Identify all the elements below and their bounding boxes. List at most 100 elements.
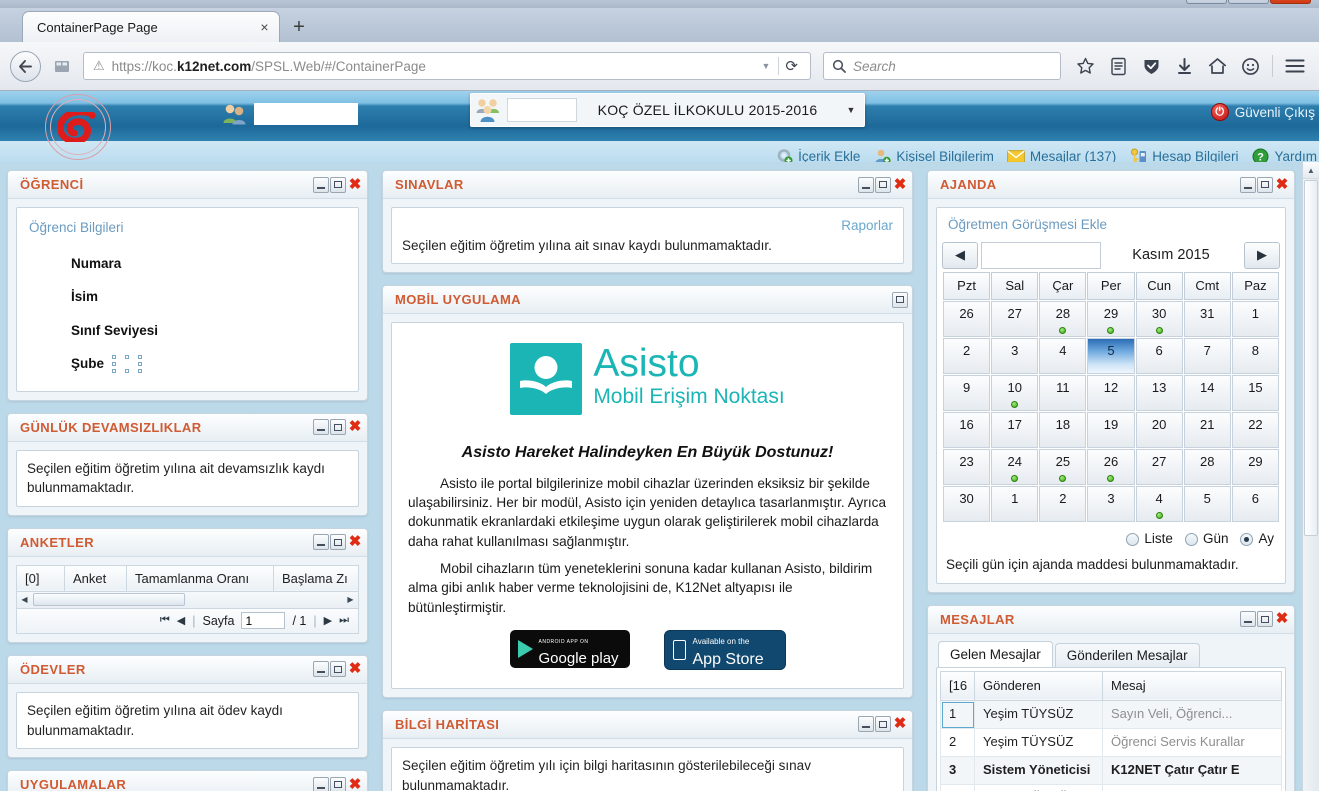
horizontal-scrollbar[interactable]: ◀ ▶ <box>16 591 359 609</box>
minimize-icon[interactable] <box>313 419 329 436</box>
close-icon[interactable]: ✖ <box>892 177 908 193</box>
calendar-day-4[interactable]: 4 <box>1039 338 1087 375</box>
calendar-day-27[interactable]: 27 <box>991 301 1039 338</box>
restore-icon[interactable] <box>330 419 346 436</box>
calendar-day-24[interactable]: 24 <box>991 449 1039 486</box>
table-row[interactable]: 2 Yeşim TÜYSÜZ Öğrenci Servis Kurallar <box>940 728 1282 758</box>
calendar-day-30[interactable]: 30 <box>1135 301 1183 338</box>
chevron-down-icon[interactable]: ▼ <box>754 61 779 71</box>
calendar-day-5[interactable]: 5 <box>1087 338 1135 375</box>
star-icon[interactable] <box>1071 52 1100 81</box>
page-scrollbar[interactable]: ▲ <box>1302 162 1319 791</box>
view-option-ay[interactable]: Ay <box>1240 529 1274 549</box>
prev-page-icon[interactable]: ◀ <box>177 614 185 627</box>
calendar-day-14[interactable]: 14 <box>1183 375 1231 412</box>
site-identity-button[interactable] <box>51 55 73 77</box>
minimize-icon[interactable] <box>313 176 329 193</box>
calendar-day-16[interactable]: 16 <box>943 412 991 449</box>
page-number-input[interactable] <box>241 612 286 630</box>
calendar-day-20[interactable]: 20 <box>1135 412 1183 449</box>
calendar-day-27[interactable]: 27 <box>1135 449 1183 486</box>
calendar-date-field[interactable] <box>981 241 1101 269</box>
back-button[interactable] <box>10 50 41 82</box>
close-icon[interactable]: ✖ <box>347 177 363 193</box>
restore-icon[interactable] <box>330 176 346 193</box>
calendar-day-29[interactable]: 29 <box>1087 301 1135 338</box>
calendar-day-1[interactable]: 1 <box>1231 301 1279 338</box>
logout-button[interactable]: ⏻ Güvenli Çıkış <box>1210 103 1315 121</box>
reader-icon[interactable] <box>1104 52 1133 81</box>
close-icon[interactable]: ✖ <box>347 661 363 677</box>
table-row[interactable]: 3 Sistem Yöneticisi K12NET Çatır Çatır E <box>940 756 1282 785</box>
calendar-day-31[interactable]: 31 <box>1183 301 1231 338</box>
table-row[interactable]: 4Yeşim TÜYSÜZSayın Veli, Okul Aile... <box>940 783 1282 791</box>
view-option-gun[interactable]: Gün <box>1184 529 1228 549</box>
minimize-icon[interactable] <box>313 776 329 791</box>
calendar-day-30[interactable]: 30 <box>943 486 991 523</box>
calendar-day-1[interactable]: 1 <box>991 486 1039 523</box>
prev-month-button[interactable]: ◀ <box>942 241 978 269</box>
restore-icon[interactable] <box>330 534 346 551</box>
calendar-day-29[interactable]: 29 <box>1231 449 1279 486</box>
restore-icon[interactable] <box>330 776 346 791</box>
user-chip[interactable] <box>222 103 358 125</box>
download-icon[interactable] <box>1170 52 1199 81</box>
calendar-day-7[interactable]: 7 <box>1183 338 1231 375</box>
calendar-day-12[interactable]: 12 <box>1087 375 1135 412</box>
new-tab-button[interactable]: + <box>286 14 312 40</box>
app-store-button[interactable]: Available on the App Store <box>663 629 786 670</box>
chevron-down-icon[interactable]: ▼ <box>838 105 864 115</box>
close-icon[interactable]: ✖ <box>1274 611 1290 627</box>
calendar-day-11[interactable]: 11 <box>1039 375 1087 412</box>
scrollbar-thumb[interactable] <box>1304 180 1318 536</box>
tab-gelen-mesajlar[interactable]: Gelen Mesajlar <box>938 640 1053 667</box>
minimize-icon[interactable] <box>858 716 874 733</box>
first-page-icon[interactable]: ⏮ <box>160 614 170 627</box>
calendar-day-26[interactable]: 26 <box>1087 449 1135 486</box>
view-option-liste[interactable]: Liste <box>1126 529 1173 549</box>
restore-icon[interactable] <box>1257 176 1273 193</box>
calendar-day-6[interactable]: 6 <box>1135 338 1183 375</box>
calendar-day-8[interactable]: 8 <box>1231 338 1279 375</box>
calendar-day-9[interactable]: 9 <box>943 375 991 412</box>
scroll-right-icon[interactable]: ▶ <box>343 595 358 604</box>
next-page-icon[interactable]: ▶ <box>324 614 332 627</box>
calendar-day-6[interactable]: 6 <box>1231 486 1279 523</box>
browser-tab[interactable]: ContainerPage Page × <box>22 11 280 42</box>
school-year-select[interactable]: KOÇ ÖZEL İLKOKULU 2015-2016 ▼ <box>470 93 865 127</box>
restore-icon[interactable] <box>330 661 346 678</box>
restore-icon[interactable] <box>892 291 908 308</box>
window-maximize-button[interactable] <box>1228 0 1269 4</box>
raporlar-link[interactable]: Raporlar <box>402 216 893 236</box>
close-icon[interactable]: ✖ <box>1274 177 1290 193</box>
add-teacher-meeting-link[interactable]: Öğretmen Görüşmesi Ekle <box>942 211 1280 242</box>
minimize-icon[interactable] <box>1240 176 1256 193</box>
calendar-day-21[interactable]: 21 <box>1183 412 1231 449</box>
tab-gonderilen-mesajlar[interactable]: Gönderilen Mesajlar <box>1054 642 1200 667</box>
close-icon[interactable]: ✖ <box>347 777 363 791</box>
google-play-button[interactable]: ANDROID APP ON Google play <box>509 629 630 668</box>
calendar-day-17[interactable]: 17 <box>991 412 1039 449</box>
calendar-day-19[interactable]: 19 <box>1087 412 1135 449</box>
calendar-day-23[interactable]: 23 <box>943 449 991 486</box>
close-icon[interactable]: ✖ <box>347 419 363 435</box>
calendar-day-3[interactable]: 3 <box>991 338 1039 375</box>
shield-icon[interactable] <box>1137 52 1166 81</box>
calendar-day-10[interactable]: 10 <box>991 375 1039 412</box>
window-minimize-button[interactable] <box>1186 0 1227 4</box>
calendar-day-13[interactable]: 13 <box>1135 375 1183 412</box>
next-month-button[interactable]: ▶ <box>1244 241 1280 269</box>
scroll-left-icon[interactable]: ◀ <box>17 595 32 604</box>
calendar-day-3[interactable]: 3 <box>1087 486 1135 523</box>
user-name-field[interactable] <box>254 103 358 125</box>
calendar-day-15[interactable]: 15 <box>1231 375 1279 412</box>
home-icon[interactable] <box>1203 52 1232 81</box>
calendar-day-28[interactable]: 28 <box>1183 449 1231 486</box>
minimize-icon[interactable] <box>313 534 329 551</box>
close-icon[interactable]: ✖ <box>347 534 363 550</box>
last-page-icon[interactable]: ⏭ <box>339 614 349 627</box>
search-input[interactable]: Search <box>853 59 896 74</box>
calendar-day-5[interactable]: 5 <box>1183 486 1231 523</box>
window-close-button[interactable]: ✕ <box>1270 0 1311 4</box>
minimize-icon[interactable] <box>313 661 329 678</box>
